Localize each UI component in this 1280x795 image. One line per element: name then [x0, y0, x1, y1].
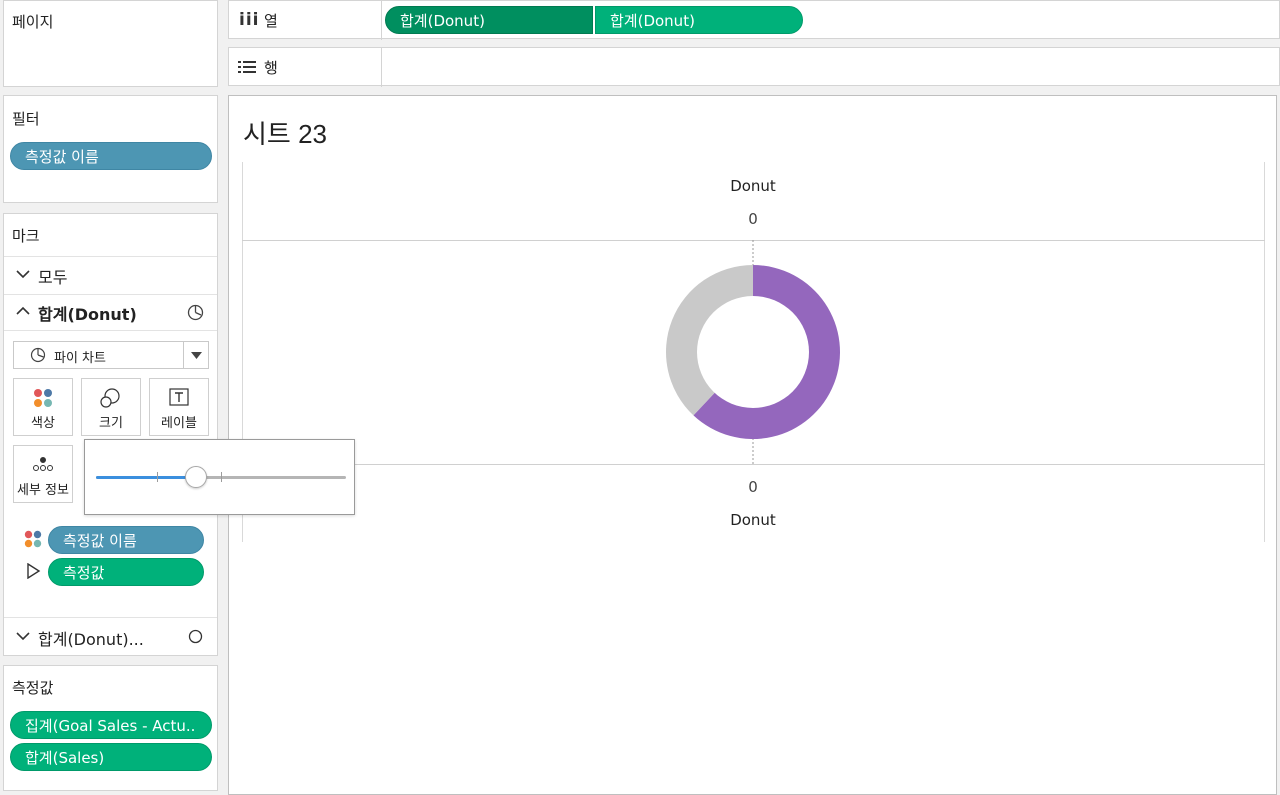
dropdown-arrow-icon — [191, 352, 202, 359]
size-slider-popup[interactable] — [84, 439, 355, 515]
chevron-down-icon — [16, 270, 30, 279]
color-field-icon — [24, 530, 42, 548]
marks-field-measure-values[interactable]: 측정값 — [48, 558, 204, 586]
color-card-label: 색상 — [31, 416, 55, 431]
marks-layer-donut-2[interactable]: 합계(Donut)... — [4, 618, 217, 656]
measure-pill-goal-sales[interactable]: 집계(Goal Sales - Actu.. — [10, 711, 212, 739]
columns-pill-donut-1[interactable]: 합계(Donut) — [385, 6, 593, 34]
chevron-up-icon — [16, 306, 30, 315]
detail-card[interactable]: 세부 정보 — [13, 445, 73, 503]
mark-type-label: 파이 차트 — [54, 351, 106, 366]
size-card-label: 크기 — [99, 416, 123, 431]
color-card[interactable]: 색상 — [13, 378, 73, 436]
measures-panel-title: 측정값 — [12, 679, 54, 697]
text-label-icon — [169, 388, 189, 406]
marks-layer-donut[interactable]: 합계(Donut) — [4, 294, 217, 330]
columns-shelf-label: 열 — [264, 12, 278, 30]
circle-mark-icon — [188, 629, 203, 644]
marks-panel-title: 마크 — [12, 227, 40, 245]
columns-pill-donut-2[interactable]: 합계(Donut) — [595, 6, 803, 34]
size-slider-tick — [221, 472, 222, 482]
chevron-down-icon — [16, 632, 30, 641]
rows-shelf-label: 행 — [264, 59, 278, 77]
size-card[interactable]: 크기 — [81, 378, 141, 436]
pie-icon — [187, 304, 204, 321]
marks-layer-donut-label: 합계(Donut) — [38, 305, 137, 324]
sheet-view: 시트 23 Donut 0 0 Donut — [228, 95, 1277, 795]
columns-shelf[interactable]: iii 열 합계(Donut) 합계(Donut) — [228, 0, 1280, 40]
columns-icon: iii — [239, 10, 260, 30]
bottom-axis-tick: 0 — [748, 478, 758, 496]
marks-all-label: 모두 — [38, 268, 68, 287]
pages-panel: 페이지 — [3, 0, 218, 87]
pages-panel-title: 페이지 — [12, 13, 54, 31]
measures-panel[interactable]: 측정값 집계(Goal Sales - Actu.. 합계(Sales) — [3, 665, 218, 791]
label-card-label: 레이블 — [161, 416, 197, 431]
marks-layer-donut-2-label: 합계(Donut)... — [38, 630, 144, 649]
size-slider-thumb[interactable] — [185, 466, 207, 488]
rows-shelf[interactable]: 행 — [228, 47, 1280, 87]
marks-panel: 마크 모두 합계(Donut) 파이 차트 색상 크기 레이블 세부 정보 측정… — [3, 213, 218, 656]
detail-card-label: 세부 정보 — [17, 483, 69, 498]
size-slider-tick — [157, 472, 158, 482]
top-axis-tick: 0 — [748, 210, 758, 228]
marks-all-row[interactable]: 모두 — [4, 256, 217, 294]
detail-dots-icon — [33, 457, 53, 471]
donut-hole — [697, 296, 809, 408]
marks-field-measure-names[interactable]: 측정값 이름 — [48, 526, 204, 554]
filters-panel-title: 필터 — [12, 110, 40, 128]
filter-pill-measure-names[interactable]: 측정값 이름 — [10, 142, 212, 170]
top-axis-title: Donut — [730, 177, 776, 195]
color-dots-icon — [34, 389, 52, 407]
chart-area: Donut 0 0 Donut — [242, 162, 1266, 542]
donut-chart[interactable] — [242, 240, 1264, 464]
sheet-title: 시트 23 — [243, 119, 327, 149]
angle-icon — [27, 563, 41, 579]
rows-icon — [238, 61, 256, 73]
pie-chart-icon — [30, 347, 46, 363]
size-circles-icon — [100, 388, 120, 408]
mark-type-dropdown[interactable]: 파이 차트 — [13, 341, 209, 369]
bottom-axis-title: Donut — [730, 511, 776, 529]
measure-pill-sales[interactable]: 합계(Sales) — [10, 743, 212, 771]
filters-panel[interactable]: 필터 측정값 이름 — [3, 95, 218, 203]
size-slider-fill — [96, 476, 196, 479]
label-card[interactable]: 레이블 — [149, 378, 209, 436]
